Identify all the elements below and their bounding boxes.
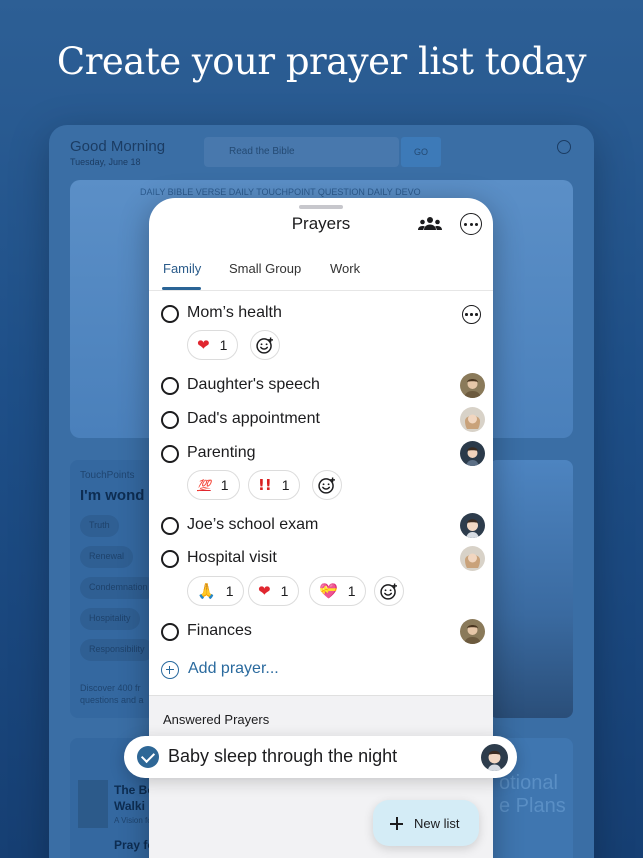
complete-checkbox[interactable] — [161, 377, 179, 395]
list-tabs: Family Small Group Work — [149, 253, 493, 291]
prayer-item: Mom’s health — [149, 299, 493, 329]
prayer-text[interactable]: Hospital visit — [187, 549, 277, 567]
tab-family[interactable]: Family — [163, 261, 201, 276]
heart-emoji-icon: ❤ — [258, 582, 271, 600]
reaction-chip[interactable]: ❤ 1 — [187, 330, 239, 360]
plus-icon — [390, 817, 403, 830]
touchpoints-label: TouchPoints — [80, 470, 135, 481]
reaction-count: 1 — [281, 477, 290, 493]
greeting: Good Morning — [70, 138, 166, 155]
hundred-emoji-icon: 💯 — [197, 478, 211, 492]
headline: Create your prayer list today — [56, 40, 587, 83]
reaction-count: 1 — [280, 583, 289, 599]
touchpoints-description: Discover 400 fr questions and a — [80, 683, 144, 705]
prayer-item: Hospital visit — [149, 544, 493, 574]
topic-chip: Responsibility — [80, 639, 154, 661]
heart-ribbon-emoji-icon: 💝 — [319, 582, 338, 600]
complete-checkbox[interactable] — [161, 411, 179, 429]
hero-tabs: DAILY BIBLE VERSE DAILY TOUCHPOINT QUEST… — [140, 187, 421, 197]
answered-prayers-heading: Answered Prayers — [163, 712, 270, 727]
complete-checkbox[interactable] — [161, 517, 179, 535]
avatar — [460, 513, 485, 538]
topic-chip: Condemnation — [80, 577, 157, 599]
add-prayer-label: Add prayer... — [188, 660, 279, 677]
prayer-text[interactable]: Dad's appointment — [187, 410, 320, 428]
reaction-chip[interactable]: ❤ 1 — [248, 576, 300, 606]
reaction-chip[interactable]: !! 1 — [248, 470, 301, 500]
touchpoints-title: I'm wond — [80, 487, 145, 504]
prayer-item: Finances — [149, 617, 493, 647]
prayer-text[interactable]: Mom’s health — [187, 304, 282, 322]
prayer-text[interactable]: Joe’s school exam — [187, 516, 318, 534]
prayer-text[interactable]: Daughter's speech — [187, 376, 320, 394]
prayer-item: Parenting — [149, 439, 493, 469]
add-reaction-icon[interactable] — [250, 330, 280, 360]
prayer-item: Daughter's speech — [149, 371, 493, 401]
complete-checkbox[interactable] — [161, 445, 179, 463]
reaction-count: 1 — [347, 583, 356, 599]
topic-chip: Truth — [80, 515, 119, 537]
heart-emoji-icon: ❤ — [197, 336, 210, 354]
avatar — [481, 744, 508, 771]
answered-prayer-item[interactable]: Baby sleep through the night — [124, 736, 517, 778]
tab-work[interactable]: Work — [330, 261, 360, 276]
complete-checkbox[interactable] — [161, 550, 179, 568]
touchpoints-card: TouchPoints I'm wond Truth Renewal Conde… — [70, 460, 157, 718]
avatar — [460, 373, 485, 398]
topic-chip: Renewal — [80, 546, 134, 568]
new-list-button[interactable]: New list — [373, 800, 479, 846]
avatar — [460, 441, 485, 466]
reaction-chip[interactable]: 🙏 1 — [187, 576, 245, 606]
nature-photo — [489, 460, 573, 718]
new-list-label: New list — [414, 816, 460, 831]
search-input: Read the Bible — [204, 137, 399, 167]
prayer-text[interactable]: Parenting — [187, 444, 256, 462]
sheet-grabber[interactable] — [299, 205, 343, 209]
active-tab-indicator — [162, 287, 201, 290]
checkmark-icon[interactable] — [137, 746, 159, 768]
book-subtitle: A Vision fo — [114, 816, 152, 825]
double-exclamation-emoji-icon: !! — [258, 476, 272, 494]
add-reaction-icon[interactable] — [312, 470, 342, 500]
prayer-item: Joe’s school exam — [149, 511, 493, 541]
reaction-count: 1 — [225, 583, 234, 599]
answered-prayer-text: Baby sleep through the night — [168, 746, 398, 766]
more-options-icon[interactable] — [460, 213, 482, 235]
complete-checkbox[interactable] — [161, 305, 179, 323]
avatar — [460, 546, 485, 571]
reaction-count: 1 — [220, 477, 229, 493]
date: Tuesday, June 18 — [70, 157, 141, 167]
prayer-options-icon[interactable] — [462, 305, 481, 324]
praying-hands-emoji-icon: 🙏 — [197, 582, 216, 600]
tab-small-group[interactable]: Small Group — [229, 261, 301, 276]
devotional-text: otional e Plans — [499, 772, 566, 817]
group-icon[interactable] — [417, 215, 443, 233]
avatar — [460, 619, 485, 644]
reaction-chip[interactable]: 💯 1 — [187, 470, 240, 500]
prayer-item: Dad's appointment — [149, 405, 493, 435]
go-button: GO — [401, 137, 441, 167]
topic-chip: Hospitality — [80, 608, 140, 630]
reaction-count: 1 — [219, 337, 228, 353]
avatar — [460, 407, 485, 432]
reaction-chip[interactable]: 💝 1 — [309, 576, 367, 606]
book-cover — [78, 780, 108, 828]
complete-checkbox[interactable] — [161, 623, 179, 641]
add-circle-icon — [161, 661, 179, 679]
account-icon — [557, 140, 571, 154]
prayer-text[interactable]: Finances — [187, 622, 252, 640]
add-reaction-icon[interactable] — [374, 576, 404, 606]
